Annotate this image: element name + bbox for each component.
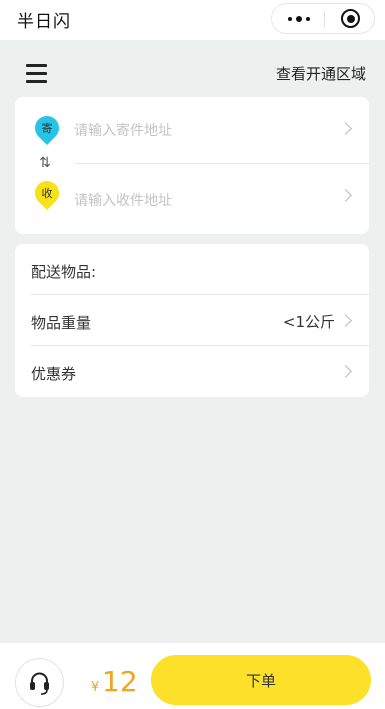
target-close-icon[interactable] xyxy=(341,9,360,28)
receiver-pin-icon: 收 xyxy=(30,176,64,210)
sender-address-input[interactable]: 请输入寄件地址 xyxy=(74,120,172,140)
app-title: 半日闪 xyxy=(17,12,71,32)
item-weight-label[interactable]: 物品重量 xyxy=(31,312,91,333)
headset-icon xyxy=(30,672,49,695)
menu-icon[interactable] xyxy=(26,63,47,83)
chevron-right-icon[interactable] xyxy=(339,122,352,135)
chevron-right-icon[interactable] xyxy=(339,189,352,202)
delivery-items-label: 配送物品: xyxy=(31,263,97,281)
coupon-label[interactable]: 优惠券 xyxy=(31,363,76,384)
address-divider xyxy=(74,163,369,164)
miniprogram-capsule xyxy=(271,3,375,34)
receiver-address-input[interactable]: 请输入收件地址 xyxy=(74,190,172,210)
place-order-button[interactable]: 下单 xyxy=(151,655,371,705)
sender-pin-icon: 寄 xyxy=(30,111,64,145)
view-service-area-link[interactable]: 查看开通区域 xyxy=(276,63,366,84)
sender-badge: 寄 xyxy=(41,122,53,135)
row-divider xyxy=(31,294,369,295)
customer-service-button[interactable] xyxy=(15,658,64,707)
capsule-divider xyxy=(324,11,325,27)
chevron-right-icon[interactable] xyxy=(339,365,352,378)
price-currency: ¥ xyxy=(91,680,100,695)
receiver-badge: 收 xyxy=(41,187,53,200)
goods-card: 配送物品: 物品重量 <1公斤 优惠券 xyxy=(15,244,369,397)
price-value: 12 xyxy=(102,665,138,698)
bottom-bar: ¥ 12 下单 xyxy=(0,643,385,709)
item-weight-value[interactable]: <1公斤 xyxy=(283,311,335,332)
swap-icon[interactable]: ⇅ xyxy=(37,155,53,171)
chevron-right-icon[interactable] xyxy=(339,314,352,327)
address-card: 寄 请输入寄件地址 ⇅ 收 请输入收件地址 xyxy=(15,97,369,234)
row-divider xyxy=(31,345,369,346)
more-dots-icon[interactable] xyxy=(284,4,314,33)
title-bar: 半日闪 xyxy=(0,0,385,40)
